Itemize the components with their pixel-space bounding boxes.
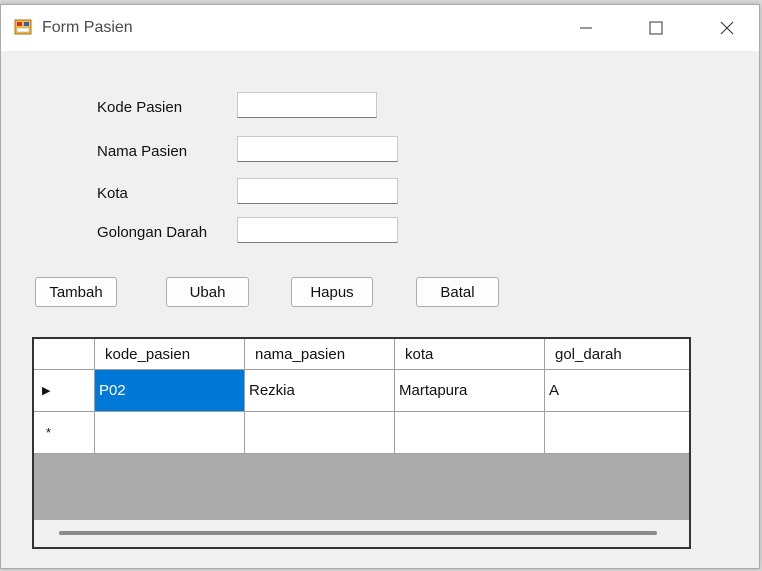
maximize-button[interactable]	[633, 5, 679, 51]
table-cell-kode-pasien[interactable]: P02	[95, 370, 245, 412]
minimize-icon	[580, 27, 592, 29]
golongan-darah-label: Golongan Darah	[97, 224, 208, 241]
scrollbar-thumb[interactable]	[59, 531, 657, 535]
column-header-nama-pasien[interactable]: nama_pasien	[245, 339, 395, 370]
minimize-button[interactable]	[563, 5, 609, 51]
data-grid[interactable]: kode_pasien nama_pasien kota gol_darah ▶…	[32, 337, 691, 549]
golongan-darah-input[interactable]	[237, 217, 398, 243]
table-cell-nama-pasien[interactable]: Rezkia	[245, 370, 395, 412]
title-bar: Form Pasien	[1, 5, 759, 51]
column-header-kode-pasien[interactable]: kode_pasien	[95, 339, 245, 370]
maximize-icon	[649, 21, 663, 35]
kota-label: Kota	[97, 185, 128, 202]
tambah-button[interactable]: Tambah	[35, 277, 117, 307]
form-app-icon	[14, 19, 32, 35]
nama-pasien-label: Nama Pasien	[97, 143, 188, 160]
kode-pasien-label: Kode Pasien	[97, 99, 183, 116]
hapus-button[interactable]: Hapus	[291, 277, 373, 307]
close-button[interactable]	[704, 5, 750, 51]
kota-input[interactable]	[237, 178, 398, 204]
window-title: Form Pasien	[42, 19, 133, 36]
kode-pasien-input[interactable]	[237, 92, 377, 118]
form-pasien-window: Form Pasien Kode Pasien Nama Pasien Kota…	[0, 4, 760, 569]
table-cell-gol-darah[interactable]: A	[545, 370, 689, 412]
new-row-indicator[interactable]: *	[34, 412, 95, 454]
current-row-indicator[interactable]: ▶	[34, 370, 95, 412]
table-cell-kota[interactable]: Martapura	[395, 370, 545, 412]
new-row-cell[interactable]	[95, 412, 245, 454]
horizontal-scrollbar[interactable]	[34, 520, 689, 547]
batal-button[interactable]: Batal	[416, 277, 499, 307]
new-row-cell[interactable]	[395, 412, 545, 454]
column-header-kota[interactable]: kota	[395, 339, 545, 370]
grid-corner-header[interactable]	[34, 339, 95, 370]
new-row-cell[interactable]	[245, 412, 395, 454]
close-icon	[720, 21, 734, 35]
new-row-cell[interactable]	[545, 412, 689, 454]
ubah-button[interactable]: Ubah	[166, 277, 249, 307]
nama-pasien-input[interactable]	[237, 136, 398, 162]
column-header-gol-darah[interactable]: gol_darah	[545, 339, 689, 370]
